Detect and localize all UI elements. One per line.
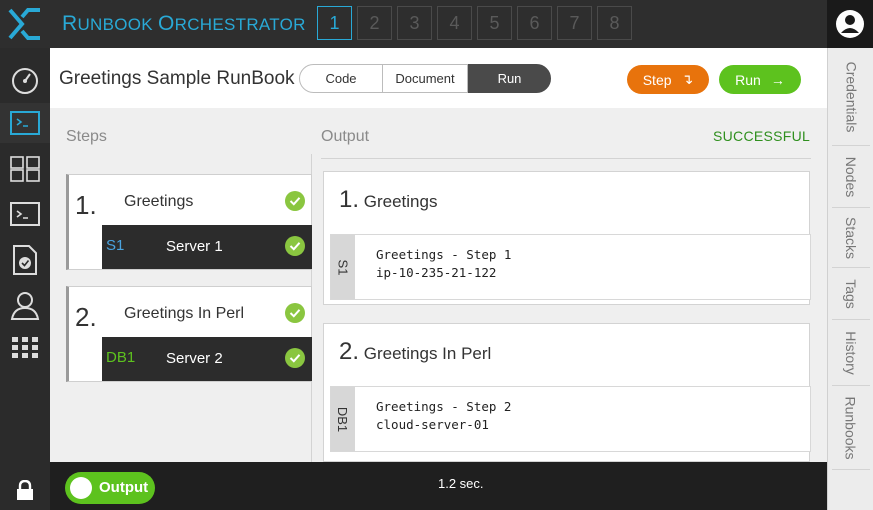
steps-heading: Steps bbox=[66, 128, 107, 145]
toggle-knob bbox=[70, 477, 92, 499]
output-server-tag: S1 bbox=[331, 235, 355, 299]
check-circle-icon bbox=[285, 191, 305, 211]
code-mode-button[interactable]: Code bbox=[299, 64, 383, 93]
arrow-right-icon: → bbox=[770, 71, 785, 88]
user-avatar-icon[interactable] bbox=[827, 0, 873, 48]
output-log: DB1 Greetings - Step 2 cloud-server-01 bbox=[330, 386, 811, 452]
tab-label: Tags bbox=[842, 278, 859, 309]
tab-label: Nodes bbox=[843, 156, 859, 197]
logo-icon[interactable] bbox=[8, 8, 42, 40]
user-icon[interactable] bbox=[0, 285, 50, 325]
app-root: RUNBOOK ORCHESTRATOR 1 2 3 4 5 6 7 8 Cre… bbox=[0, 0, 873, 510]
lock-icon[interactable] bbox=[0, 470, 50, 510]
tab-label: History bbox=[843, 330, 859, 375]
server-name: Server 1 bbox=[166, 238, 223, 255]
workspace-tab-8[interactable]: 8 bbox=[597, 6, 632, 40]
output-line: ip-10-235-21-122 bbox=[376, 265, 497, 280]
server-tag: S1 bbox=[106, 237, 125, 254]
output-card: 1. Greetings S1 Greetings - Step 1 ip-10… bbox=[323, 171, 811, 305]
main-content: Greetings Sample RunBook Code Document R… bbox=[50, 48, 827, 462]
grid-layout-icon[interactable] bbox=[0, 149, 50, 189]
console-icon[interactable] bbox=[0, 194, 50, 234]
output-toggle-label: Output bbox=[99, 479, 149, 496]
mode-switch: Code Document Run bbox=[299, 64, 551, 93]
step-card[interactable]: 2. Greetings In Perl DB1 Server 2 bbox=[66, 286, 312, 382]
step-number: 2. bbox=[75, 302, 97, 332]
step-down-icon: ↴ bbox=[681, 71, 694, 87]
run-button-label: Run bbox=[735, 71, 761, 88]
workspace-tabs: 1 2 3 4 5 6 7 8 bbox=[317, 6, 632, 40]
output-card: 2. Greetings In Perl DB1 Greetings - Ste… bbox=[323, 323, 811, 462]
workspace-tab-6[interactable]: 6 bbox=[517, 6, 552, 40]
server-tag: DB1 bbox=[106, 349, 136, 366]
tab-nodes[interactable]: Nodes bbox=[832, 146, 870, 208]
tab-credentials[interactable]: Credentials bbox=[832, 48, 870, 146]
runbook-title: Greetings Sample RunBook bbox=[59, 68, 295, 89]
output-name: Greetings In Perl bbox=[363, 344, 492, 363]
app-title-word: UNBOOK bbox=[77, 15, 158, 34]
server-row[interactable]: S1 Server 1 bbox=[102, 225, 312, 269]
server-row[interactable]: DB1 Server 2 bbox=[102, 337, 312, 381]
check-circle-icon bbox=[285, 303, 305, 323]
output-line: cloud-server-01 bbox=[376, 417, 489, 432]
app-title-word: RCHESTRATOR bbox=[174, 15, 306, 34]
tab-label: Credentials bbox=[843, 61, 860, 132]
tab-label: Stacks bbox=[843, 216, 860, 259]
step-name: Greetings bbox=[124, 193, 194, 210]
workspace-tab-7[interactable]: 7 bbox=[557, 6, 592, 40]
app-title: RUNBOOK ORCHESTRATOR bbox=[62, 12, 306, 36]
output-toggle[interactable]: Output bbox=[65, 472, 155, 504]
output-number: 2. bbox=[339, 338, 360, 365]
workspace-tab-3[interactable]: 3 bbox=[397, 6, 432, 40]
output-server-tag-label: S1 bbox=[335, 259, 351, 275]
tab-runbooks[interactable]: Runbooks bbox=[832, 386, 870, 470]
output-number: 1. bbox=[339, 186, 360, 213]
output-line: Greetings - Step 2 bbox=[376, 399, 512, 414]
output-log: S1 Greetings - Step 1 ip-10-235-21-122 bbox=[330, 234, 811, 300]
output-heading: Output bbox=[321, 128, 370, 145]
terminal-window-icon[interactable] bbox=[0, 103, 50, 143]
step-name: Greetings In Perl bbox=[124, 305, 245, 322]
step-button[interactable]: Step ↴ bbox=[627, 65, 709, 94]
tab-tags[interactable]: Tags bbox=[832, 268, 870, 320]
workspace-tab-1[interactable]: 1 bbox=[317, 6, 352, 40]
output-title: 2. Greetings In Perl bbox=[339, 338, 491, 366]
run-panel: Steps Output SUCCESSFUL 1. Greetings S1 … bbox=[50, 108, 827, 462]
output-name: Greetings bbox=[363, 192, 438, 211]
app-title-initial: O bbox=[157, 12, 175, 35]
step-card[interactable]: 1. Greetings S1 Server 1 bbox=[66, 174, 312, 270]
output-server-tag-label: DB1 bbox=[335, 406, 351, 432]
tab-stacks[interactable]: Stacks bbox=[832, 208, 870, 268]
app-title-initial: R bbox=[62, 12, 78, 35]
run-mode-button[interactable]: Run bbox=[468, 64, 551, 93]
output-line: Greetings - Step 1 bbox=[376, 247, 512, 262]
left-sidebar bbox=[0, 48, 50, 510]
step-button-label: Step bbox=[642, 71, 672, 88]
output-server-tag: DB1 bbox=[331, 387, 355, 451]
top-bar: RUNBOOK ORCHESTRATOR 1 2 3 4 5 6 7 8 bbox=[0, 0, 873, 48]
workspace-tab-2[interactable]: 2 bbox=[357, 6, 392, 40]
document-mode-button[interactable]: Document bbox=[383, 64, 468, 93]
dashboard-icon[interactable] bbox=[0, 60, 50, 100]
bottom-bar: Output 1.2 sec. bbox=[50, 462, 827, 510]
run-button[interactable]: Run → bbox=[719, 65, 801, 94]
server-name: Server 2 bbox=[166, 350, 223, 367]
status-badge: SUCCESSFUL bbox=[713, 128, 811, 144]
workspace-tab-5[interactable]: 5 bbox=[477, 6, 512, 40]
workspace-tab-4[interactable]: 4 bbox=[437, 6, 472, 40]
tab-history[interactable]: History bbox=[832, 320, 870, 386]
divider bbox=[321, 158, 811, 159]
tab-label: Runbooks bbox=[843, 395, 860, 460]
right-sidebar: Credentials Nodes Stacks Tags History Ru… bbox=[827, 48, 873, 510]
output-title: 1. Greetings bbox=[339, 186, 437, 214]
check-circle-icon bbox=[285, 348, 305, 368]
apps-grid-icon[interactable] bbox=[0, 328, 50, 368]
check-circle-icon bbox=[285, 236, 305, 256]
step-number: 1. bbox=[75, 190, 97, 220]
document-check-icon[interactable] bbox=[0, 240, 50, 280]
run-duration: 1.2 sec. bbox=[438, 476, 484, 491]
